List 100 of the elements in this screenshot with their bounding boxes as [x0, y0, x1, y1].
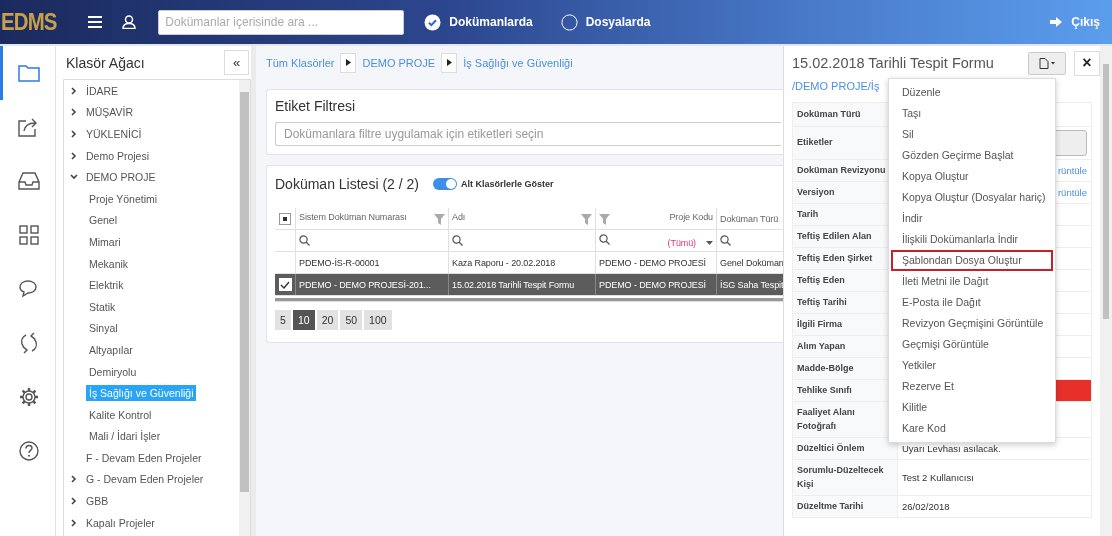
- page-size-button[interactable]: 50: [340, 310, 363, 330]
- chevron-right-icon[interactable]: [70, 130, 78, 138]
- scrollbar[interactable]: [1100, 46, 1112, 536]
- tree-item[interactable]: Demo Projesi: [83, 147, 153, 164]
- column-header[interactable]: Doküman Türü: [720, 213, 779, 224]
- chevron-right-icon[interactable]: [70, 108, 78, 117]
- menu-item[interactable]: İleti Metni ile Dağıt: [891, 271, 1053, 292]
- logo: EDMS: [1, 8, 57, 36]
- user-icon[interactable]: [122, 15, 137, 29]
- view-link[interactable]: rüntüle: [1057, 165, 1087, 176]
- empty-circle-icon[interactable]: [560, 13, 578, 31]
- tree-item[interactable]: F - Devam Eden Projeler: [83, 449, 205, 466]
- property-label: Faaliyet Alanı Fotoğrafı: [797, 407, 855, 431]
- menu-item[interactable]: Düzenle: [891, 82, 1053, 103]
- chevron-right-icon[interactable]: [70, 86, 78, 95]
- select-all-checkbox[interactable]: [279, 212, 291, 225]
- tree-item[interactable]: DEMO PROJE: [83, 169, 159, 186]
- property-label: Madde-Bölge: [797, 362, 854, 373]
- property-label: Sorumlu-Düzeltecek Kişi: [797, 465, 884, 489]
- menu-item[interactable]: Rezerve Et: [891, 376, 1053, 397]
- chevron-right-icon[interactable]: [70, 151, 78, 160]
- toggle-switch[interactable]: [432, 178, 457, 190]
- property-value: Uyarı Levhası asılacak.: [902, 443, 1001, 454]
- chevron-right-icon[interactable]: [70, 475, 78, 484]
- tree-item[interactable]: Mimari: [86, 233, 124, 250]
- card-title: Doküman Listesi (2 / 2): [275, 176, 419, 192]
- logout-icon[interactable]: [1050, 16, 1064, 28]
- property-label: Teftiş Tarihi: [797, 296, 847, 307]
- table-cell: Genel Doküman: [720, 257, 784, 268]
- column-header[interactable]: Adı: [452, 212, 466, 222]
- property-label: Teftiş Eden: [797, 274, 845, 285]
- page-size-button[interactable]: 5: [275, 310, 291, 330]
- tree-item[interactable]: YÜKLENİCİ: [83, 126, 145, 142]
- menu-item[interactable]: Taşı: [891, 103, 1053, 124]
- tree-item[interactable]: Mali / İdari İşler: [86, 428, 164, 445]
- menu-item[interactable]: E-Posta ile Dağıt: [891, 292, 1053, 313]
- tree-item[interactable]: G - Devam Eden Projeler: [83, 471, 207, 488]
- toggle-label: Alt Klasörlerle Göster: [460, 179, 554, 189]
- tree-item[interactable]: Proje Yönetimi: [86, 190, 161, 207]
- column-header[interactable]: Proje Kodu: [669, 212, 713, 222]
- menu-item[interactable]: Kilitle: [891, 397, 1053, 418]
- menu-item[interactable]: Geçmişi Görüntüle: [891, 334, 1053, 355]
- tag-field[interactable]: Dokümanlara filtre uygulamak için etiketleri seçin: [275, 122, 781, 146]
- sync-icon: [19, 332, 39, 354]
- page-size-button[interactable]: 20: [316, 310, 339, 330]
- tree-item[interactable]: Elektrik: [86, 277, 127, 294]
- table-cell: Kaza Raporu - 20.02.2018: [452, 257, 556, 268]
- inbox-icon: [18, 172, 40, 190]
- folder-icon: [18, 64, 40, 82]
- checkbox[interactable]: [278, 278, 292, 291]
- property-label: Alım Yapan: [797, 340, 846, 351]
- scope-radio[interactable]: Dokümanlarda: [424, 13, 533, 31]
- filter-dropdown[interactable]: (Tümü): [667, 237, 713, 248]
- menu-item[interactable]: Gözden Geçirme Başlat: [891, 145, 1053, 166]
- menu-item[interactable]: Kopya Oluştur: [891, 166, 1053, 187]
- table-cell: PDEMO - DEMO PROJESİ: [599, 279, 706, 290]
- scope-radio[interactable]: Dosyalarda: [560, 13, 651, 31]
- card-title: Etiket Filtresi: [275, 98, 357, 114]
- menu-item[interactable]: Yetkiler: [891, 355, 1053, 376]
- search-icon[interactable]: [299, 235, 310, 247]
- tree-item[interactable]: Kalite Kontrol: [86, 406, 155, 423]
- chevron-right-icon[interactable]: [70, 497, 78, 506]
- search-icon[interactable]: [599, 233, 610, 245]
- close-button[interactable]: ×: [1074, 50, 1100, 76]
- menu-item[interactable]: Revizyon Geçmişini Görüntüle: [891, 313, 1053, 334]
- check-circle-icon[interactable]: [424, 13, 442, 31]
- tree-item[interactable]: GBB: [83, 493, 112, 510]
- caret-down-icon[interactable]: [706, 240, 713, 245]
- menu-item[interactable]: Kare Kod: [891, 418, 1053, 439]
- page-size-button[interactable]: 100: [364, 310, 392, 330]
- file-menu-icon[interactable]: [1038, 57, 1056, 69]
- table-cell: 15.02.2018 Tarihli Tespit Formu: [452, 279, 575, 290]
- tree-item[interactable]: MÜŞAVİR: [83, 104, 137, 121]
- menu-item[interactable]: Kopya Oluştur (Dosyalar hariç): [891, 187, 1053, 208]
- file-menu-button[interactable]: [1028, 51, 1066, 75]
- tree-item[interactable]: İDARE: [83, 82, 122, 99]
- menu-item[interactable]: Sil: [891, 124, 1053, 145]
- column-header[interactable]: Sistem Doküman Numarası: [299, 212, 407, 222]
- tree-item[interactable]: Sinyal: [86, 320, 121, 337]
- page-size-button[interactable]: 10: [293, 310, 315, 330]
- chevron-down-icon[interactable]: [70, 173, 78, 182]
- tree-item[interactable]: Kapalı Projeler: [83, 514, 158, 531]
- menu-item[interactable]: İndir: [891, 208, 1053, 229]
- chevron-right-icon[interactable]: [70, 518, 78, 527]
- tree-item[interactable]: Demiryolu: [86, 363, 140, 380]
- tree-item[interactable]: Statik: [86, 298, 119, 315]
- tree-item[interactable]: Genel: [86, 212, 121, 229]
- view-link[interactable]: rüntüle: [1057, 187, 1087, 198]
- scrollbar[interactable]: [239, 80, 250, 536]
- search-icon[interactable]: [720, 235, 731, 247]
- tree-item[interactable]: Mekanik: [86, 255, 132, 272]
- collapse-button[interactable]: «: [224, 50, 249, 75]
- search-icon[interactable]: [452, 235, 463, 247]
- table-cell: İSG Saha Tespit: [720, 279, 784, 290]
- menu-icon[interactable]: [88, 16, 103, 28]
- property-label: Doküman Revizyonu: [797, 164, 886, 175]
- menu-item[interactable]: İlişkili Dokümanlarla İndir: [891, 229, 1053, 250]
- tree-item[interactable]: Altyapılar: [86, 341, 136, 358]
- search-field[interactable]: Dokümanlar içerisinde ara ...: [158, 9, 405, 35]
- menu-item[interactable]: Şablondan Dosya Oluştur: [891, 250, 1053, 271]
